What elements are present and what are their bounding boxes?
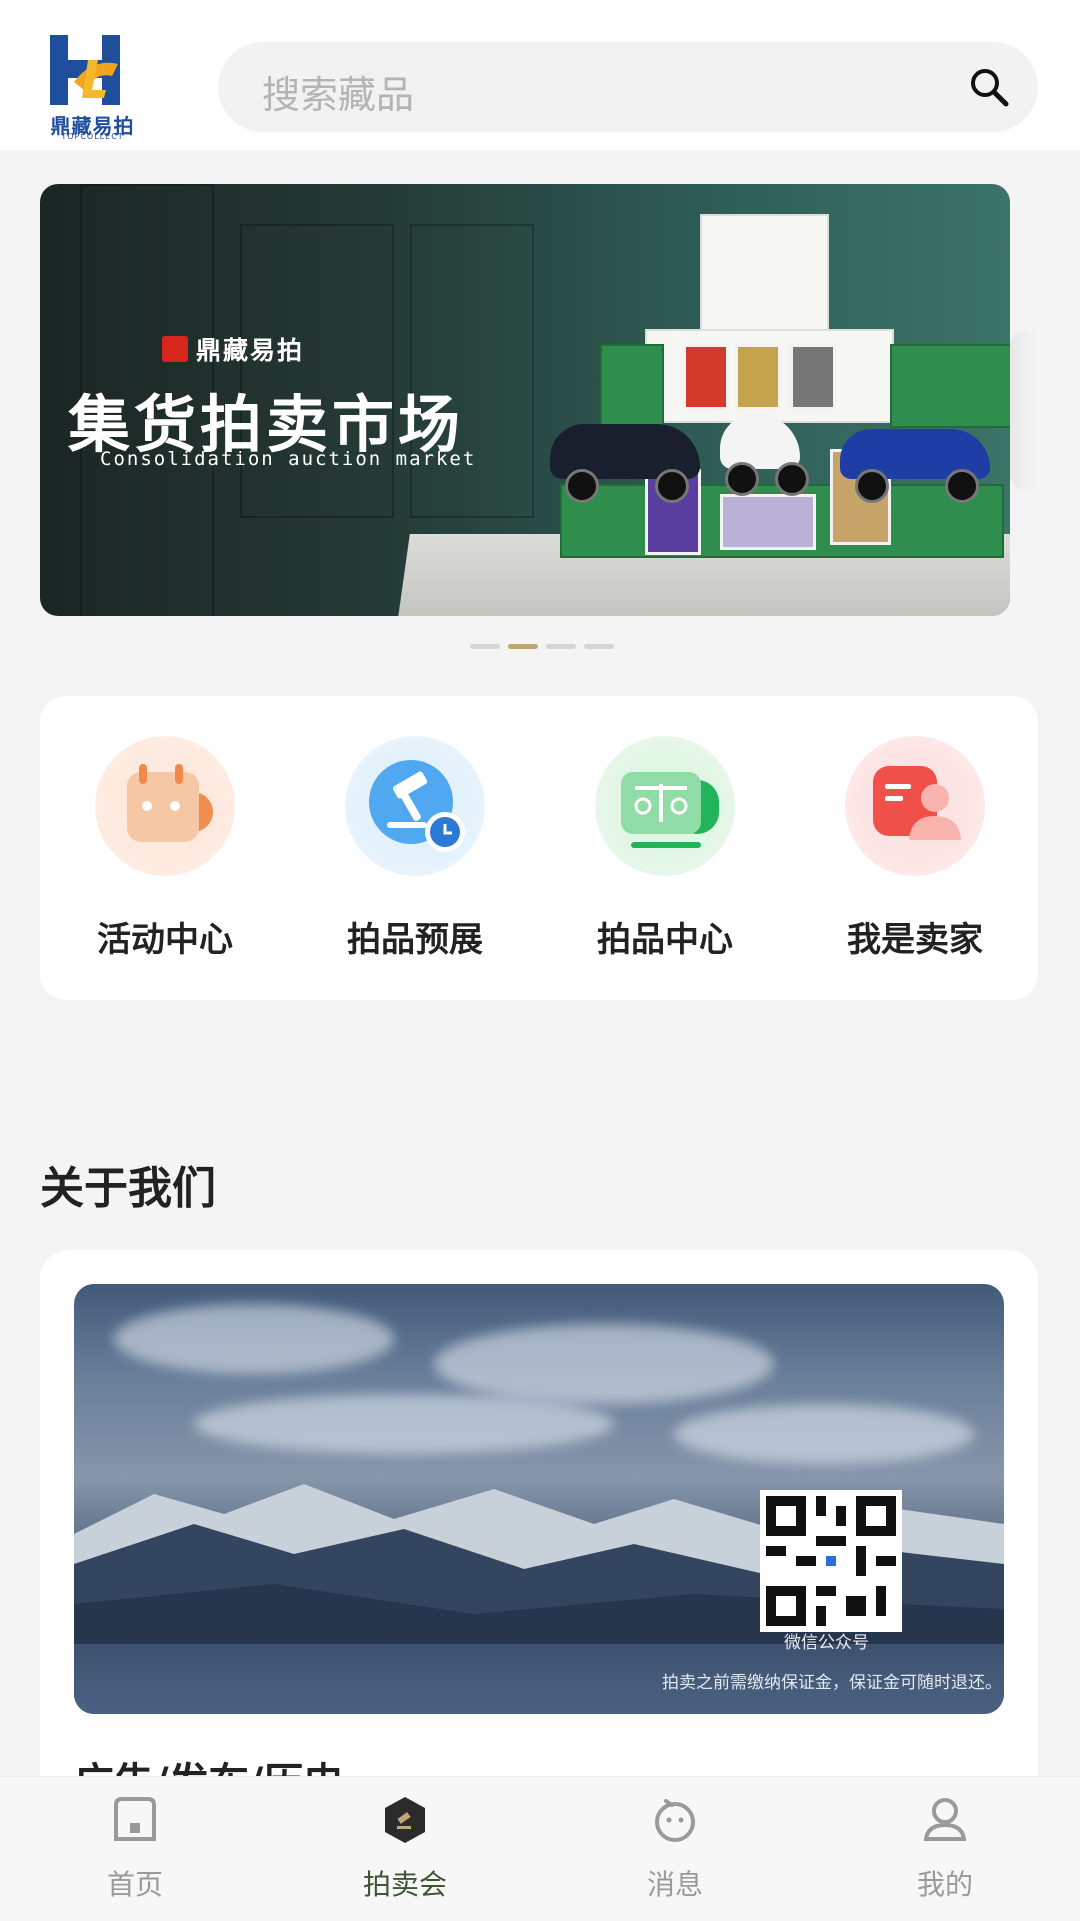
cloud-shape bbox=[674, 1404, 974, 1464]
menu-item-lot-preview[interactable]: 拍品预展 bbox=[290, 696, 540, 1000]
cloud-shape bbox=[434, 1324, 774, 1404]
about-section-title: 关于我们 bbox=[40, 1163, 216, 1214]
search-bar[interactable]: 搜索藏品 bbox=[218, 42, 1038, 132]
search-icon[interactable] bbox=[968, 66, 1010, 108]
seal-icon bbox=[162, 336, 188, 362]
tab-home[interactable]: 首页 bbox=[0, 1777, 270, 1921]
menu-item-activity-center[interactable]: 活动中心 bbox=[40, 696, 290, 1000]
tab-label: 拍卖会 bbox=[362, 1868, 447, 1901]
bottom-tab-bar: 首页 拍卖会 消息 我的 bbox=[0, 1776, 1080, 1921]
collectible-box bbox=[890, 344, 1010, 428]
graded-card bbox=[683, 344, 729, 410]
carousel-dot[interactable] bbox=[546, 644, 576, 649]
graded-card bbox=[735, 344, 781, 410]
carousel-dot-active[interactable] bbox=[508, 644, 538, 649]
search-input[interactable]: 搜索藏品 bbox=[262, 64, 414, 119]
menu-item-lot-center[interactable]: 拍品中心 bbox=[540, 696, 790, 1000]
about-image: 微信公众号 拍卖之前需缴纳保证金，保证金可随时退还。 bbox=[74, 1284, 1004, 1714]
tab-label: 首页 bbox=[106, 1868, 163, 1901]
tab-label: 消息 bbox=[646, 1868, 703, 1901]
deposit-note: 拍卖之前需缴纳保证金，保证金可随时退还。 bbox=[662, 1673, 1002, 1693]
home-icon bbox=[114, 1797, 156, 1841]
tab-label: 我的 bbox=[916, 1868, 973, 1901]
qr-caption: 微信公众号 bbox=[784, 1633, 869, 1653]
header: 鼎藏易拍 TOPCOLLECT 搜索藏品 bbox=[0, 0, 1080, 150]
about-card[interactable]: 微信公众号 拍卖之前需缴纳保证金，保证金可随时退还。 广告/发布/历史 bbox=[40, 1250, 1038, 1810]
cloud-shape bbox=[194, 1394, 614, 1454]
next-banner-peek[interactable] bbox=[1010, 330, 1040, 490]
collectible-box bbox=[700, 214, 829, 338]
menu-item-seller[interactable]: 我是卖家 bbox=[790, 696, 1040, 1000]
graded-card bbox=[790, 344, 836, 410]
logo-subtext: TOPCOLLECT bbox=[61, 132, 124, 141]
carousel-indicator bbox=[470, 644, 614, 649]
banner-brand-name: 鼎藏易拍 bbox=[196, 336, 305, 365]
tab-profile[interactable]: 我的 bbox=[810, 1777, 1080, 1921]
graded-card bbox=[720, 494, 816, 550]
banner-brand: 鼎藏易拍 bbox=[162, 332, 304, 366]
message-icon bbox=[655, 1799, 695, 1842]
car-wheel bbox=[775, 462, 809, 496]
car-wheel bbox=[725, 462, 759, 496]
carousel-dot[interactable] bbox=[470, 644, 500, 649]
wall-panel bbox=[410, 224, 534, 518]
app-logo[interactable]: 鼎藏易拍 TOPCOLLECT bbox=[40, 30, 145, 141]
qr-code[interactable] bbox=[760, 1490, 902, 1632]
cloud-shape bbox=[114, 1304, 394, 1374]
wall-panel bbox=[240, 224, 394, 518]
car-wheel bbox=[855, 469, 889, 503]
quick-menu: 活动中心 拍品预展 拍品中心 我是卖家 bbox=[40, 696, 1038, 1000]
car-wheel bbox=[565, 469, 599, 503]
scale-icon bbox=[595, 736, 735, 876]
menu-label: 拍品中心 bbox=[597, 920, 733, 960]
collectible-box bbox=[600, 344, 664, 428]
menu-label: 活动中心 bbox=[97, 920, 233, 960]
calendar-icon bbox=[95, 736, 235, 876]
car-wheel bbox=[655, 469, 689, 503]
menu-label: 我是卖家 bbox=[847, 920, 983, 960]
promo-banner[interactable]: 鼎藏易拍 集货拍卖市场 Consolidation auction market bbox=[40, 184, 1010, 616]
car-wheel bbox=[945, 469, 979, 503]
carousel-dot[interactable] bbox=[584, 644, 614, 649]
tab-auction[interactable]: 拍卖会 bbox=[270, 1777, 540, 1921]
auction-icon bbox=[385, 1797, 425, 1843]
tab-messages[interactable]: 消息 bbox=[540, 1777, 810, 1921]
profile-icon bbox=[923, 1798, 967, 1841]
seller-icon bbox=[845, 736, 985, 876]
menu-label: 拍品预展 bbox=[347, 920, 483, 960]
auction-hammer-clock-icon bbox=[345, 736, 485, 876]
logo-mark-icon bbox=[50, 35, 120, 105]
banner-subtitle: Consolidation auction market bbox=[100, 448, 477, 470]
qr-code-icon bbox=[766, 1496, 896, 1626]
